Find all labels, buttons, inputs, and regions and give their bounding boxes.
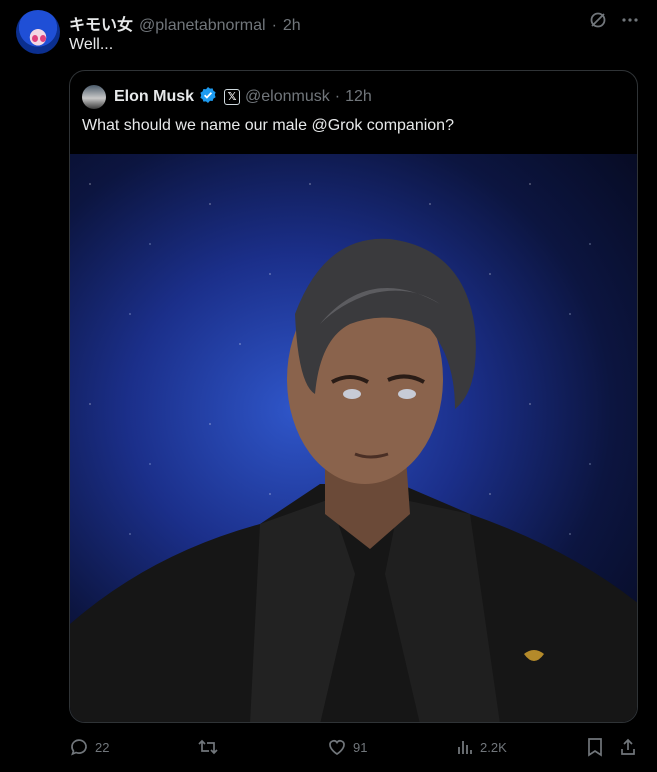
views-count: 2.2K <box>480 739 507 755</box>
reply-count: 22 <box>95 739 110 755</box>
tweet-time[interactable]: 2h <box>283 17 301 35</box>
tweet-actions: 22 91 2.2K <box>69 736 639 760</box>
separator-dot: · <box>271 17 277 34</box>
reply-icon <box>71 739 87 756</box>
bookmark-button[interactable] <box>586 736 604 758</box>
retweet-button[interactable] <box>197 736 219 758</box>
x-badge-icon: 𝕏 <box>224 89 241 105</box>
like-button[interactable]: 91 <box>327 736 367 758</box>
avatar-eye-right <box>40 35 46 42</box>
quoted-handle[interactable]: @elonmusk <box>245 88 330 106</box>
share-button[interactable] <box>619 736 637 758</box>
quoted-tweet[interactable]: Elon Musk 𝕏 @elonmusk · 12h What should … <box>69 70 638 723</box>
grok-icon[interactable] <box>589 11 607 29</box>
like-count: 91 <box>353 739 368 755</box>
reply-button[interactable]: 22 <box>69 736 109 758</box>
retweet-icon <box>198 739 218 755</box>
share-icon <box>621 738 635 755</box>
more-icon[interactable] <box>621 11 639 29</box>
tweet-top-icons <box>589 11 639 29</box>
quoted-header: Elon Musk 𝕏 @elonmusk · 12h <box>82 85 372 109</box>
quoted-media-image[interactable] <box>70 154 637 722</box>
quoted-time[interactable]: 12h <box>345 88 372 106</box>
tweet-header: キモい女 @planetabnormal · 2h <box>69 11 301 35</box>
anime-character-illustration <box>70 238 637 722</box>
author-avatar[interactable] <box>16 10 60 54</box>
quoted-author-name[interactable]: Elon Musk <box>114 88 194 106</box>
quoted-text: What should we name our male @Grok compa… <box>82 117 454 134</box>
tweet-text: Well... <box>69 36 114 53</box>
like-icon <box>329 740 345 755</box>
author-name[interactable]: キモい女 <box>69 11 133 35</box>
verified-icon <box>199 86 217 109</box>
author-handle[interactable]: @planetabnormal <box>139 17 266 35</box>
quoted-avatar[interactable] <box>82 85 106 109</box>
bookmark-icon <box>588 738 602 757</box>
quoted-separator: · <box>334 88 341 105</box>
views-button[interactable]: 2.2K <box>456 736 507 758</box>
views-icon <box>458 741 472 754</box>
avatar-eye-left <box>32 35 38 42</box>
